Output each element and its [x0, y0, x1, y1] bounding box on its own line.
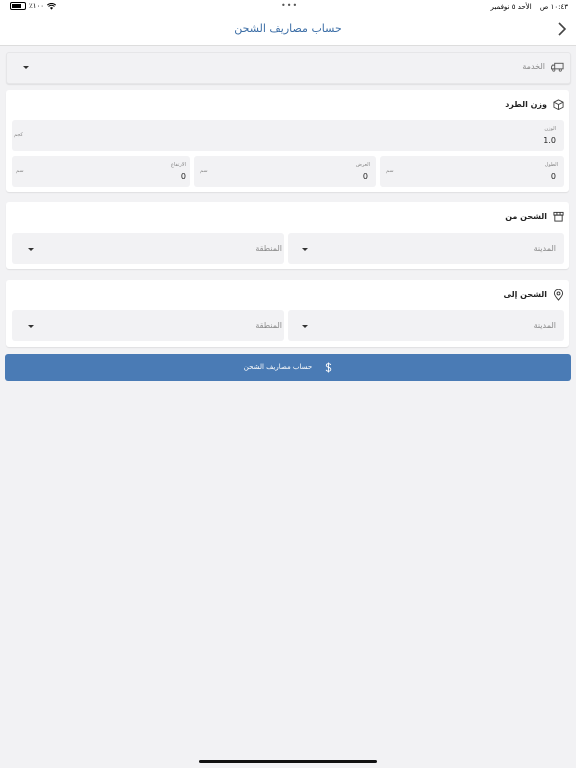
package-title: وزن الطرد	[505, 100, 547, 109]
length-value: 0	[550, 172, 556, 181]
weight-label: الوزن	[544, 126, 556, 132]
dropdown-caret-icon	[28, 248, 34, 251]
multitask-dots[interactable]: •••	[281, 1, 298, 10]
ship-to-city-placeholder: المدينة	[533, 321, 556, 330]
status-indicators: ٪١٠٠	[10, 2, 57, 10]
ship-to-city-select[interactable]: المدينة	[288, 310, 564, 341]
width-label: العرض	[355, 162, 370, 168]
ship-from-city-placeholder: المدينة	[533, 244, 556, 253]
ship-from-region-select[interactable]: المنطقة	[12, 233, 284, 264]
height-label: الارتفاع	[170, 162, 186, 168]
length-label: الطول	[544, 162, 558, 168]
dropdown-caret-icon	[302, 325, 308, 328]
ship-from-city-select[interactable]: المدينة	[288, 233, 564, 264]
width-unit: سم	[200, 168, 208, 174]
wifi-icon	[47, 2, 57, 10]
ship-to-card: الشحن إلى المدينة المنطقة	[6, 280, 569, 347]
height-unit: سم	[16, 168, 24, 174]
weight-value: 1.0	[543, 136, 556, 145]
length-unit: سم	[386, 168, 394, 174]
battery-icon	[10, 2, 26, 10]
status-time-date: ١٠:٤٣ ص الأحد ٥ نوفمبر	[485, 3, 568, 11]
location-pin-icon	[553, 289, 564, 301]
width-value: 0	[362, 172, 368, 181]
ship-to-region-placeholder: المنطقة	[255, 321, 282, 330]
status-bar: ١٠:٤٣ ص الأحد ٥ نوفمبر ••• ٪١٠٠	[0, 0, 576, 14]
height-field[interactable]: الارتفاع 0 سم	[12, 156, 190, 187]
box-icon	[553, 99, 564, 110]
length-field[interactable]: الطول 0 سم	[380, 156, 564, 187]
nav-bar: حساب مصاريف الشحن	[0, 14, 576, 46]
status-date: الأحد ٥ نوفمبر	[490, 3, 532, 11]
page-title: حساب مصاريف الشحن	[234, 22, 342, 35]
dollar-icon	[325, 362, 332, 373]
service-select[interactable]: الخدمة	[6, 52, 571, 84]
status-time: ١٠:٤٣ ص	[539, 3, 568, 11]
weight-unit: كجم	[14, 132, 23, 138]
calculate-shipping-button[interactable]: حساب مصاريف الشحن	[5, 354, 571, 381]
battery-percent: ٪١٠٠	[29, 2, 45, 10]
ship-from-card: الشحن من المدينة المنطقة	[6, 202, 569, 269]
ship-from-region-placeholder: المنطقة	[255, 244, 282, 253]
ship-from-title: الشحن من	[505, 212, 547, 221]
dropdown-caret-icon	[28, 325, 34, 328]
height-value: 0	[180, 172, 186, 181]
calculate-button-label: حساب مصاريف الشحن	[243, 363, 313, 371]
dropdown-caret-icon	[23, 66, 29, 69]
home-indicator[interactable]	[199, 760, 377, 763]
ship-to-title: الشحن إلى	[503, 290, 547, 299]
service-placeholder: الخدمة	[522, 62, 545, 71]
ship-to-region-select[interactable]: المنطقة	[12, 310, 284, 341]
store-icon	[553, 211, 564, 222]
package-card: وزن الطرد الوزن 1.0 كجم الطول 0 سم العرض…	[6, 90, 569, 192]
width-field[interactable]: العرض 0 سم	[194, 156, 376, 187]
dropdown-caret-icon	[302, 248, 308, 251]
back-chevron-icon[interactable]	[556, 21, 568, 37]
weight-field[interactable]: الوزن 1.0 كجم	[12, 120, 564, 151]
truck-icon	[551, 62, 564, 72]
